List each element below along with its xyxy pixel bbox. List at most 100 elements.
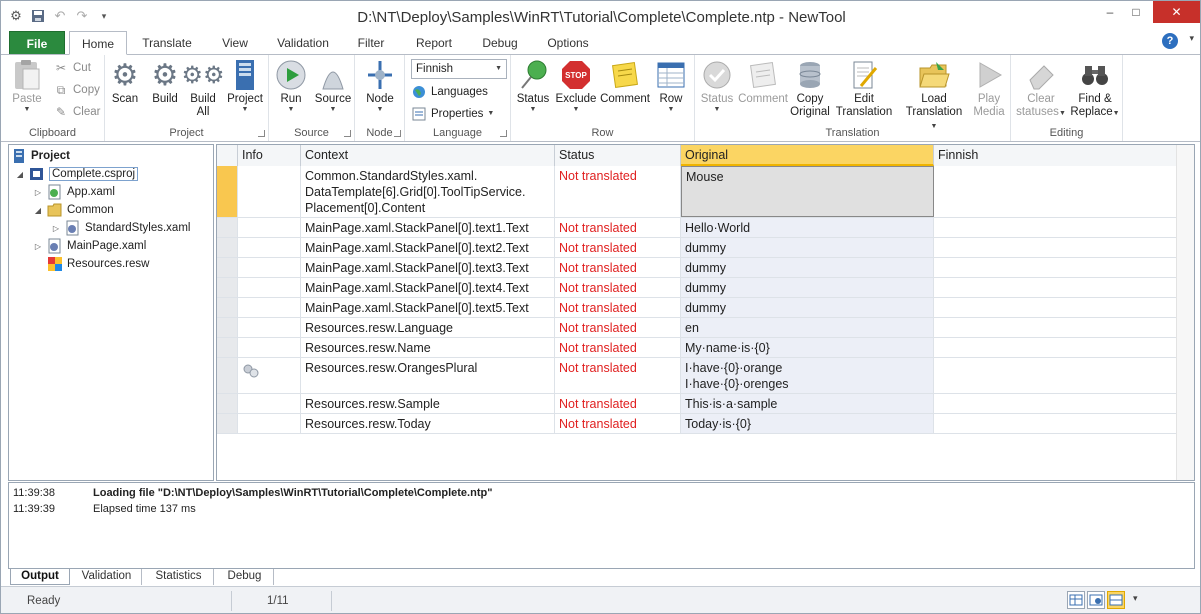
help-icon[interactable]: ? [1162,33,1178,49]
tab-filter[interactable]: Filter [347,31,395,55]
tab-view[interactable]: View [211,31,259,55]
row-selector[interactable] [217,278,238,297]
context-cell[interactable]: MainPage.xaml.StackPanel[0].text3.Text [301,258,555,277]
row-selector[interactable] [217,238,238,257]
dialog-launcher-icon[interactable] [344,130,351,137]
original-cell[interactable]: This·is·a·sample [681,394,934,413]
finnish-cell[interactable] [934,394,1194,413]
ribbon-collapse-icon[interactable]: ▾ [1189,33,1194,44]
dialog-launcher-icon[interactable] [258,130,265,137]
languages-button[interactable]: Languages [411,83,488,101]
row-selector[interactable] [217,414,238,433]
tab-validation[interactable]: Validation [269,31,337,55]
tab-output-validation[interactable]: Validation [72,569,142,585]
build-button[interactable]: ⚙ Build [147,59,183,106]
scan-button[interactable]: ⚙ Scan [107,59,143,106]
tree-item-common[interactable]: ◢ Common [33,201,114,219]
collapsed-icon[interactable]: ▷ [33,188,43,197]
table-row[interactable]: Resources.resw.Name Not translated My·na… [217,338,1194,358]
table-row[interactable]: MainPage.xaml.StackPanel[0].text4.Text N… [217,278,1194,298]
row-selector[interactable] [217,318,238,337]
status-cell[interactable]: Not translated [555,166,681,217]
tree-item-app-xaml[interactable]: ▷ App.xaml [33,183,115,201]
table-row[interactable]: Resources.resw.OrangesPlural Not transla… [217,358,1194,394]
table-row[interactable]: Resources.resw.Language Not translated e… [217,318,1194,338]
status-cell[interactable]: Not translated [555,218,681,237]
status-cell[interactable]: Not translated [555,358,681,393]
clear-button[interactable]: ✎ Clear [53,103,101,121]
cut-button[interactable]: ✂ Cut [53,59,91,77]
status-cell[interactable]: Not translated [555,238,681,257]
customize-statusbar-icon[interactable]: ▾ [1133,593,1138,604]
tab-output-statistics[interactable]: Statistics [144,569,214,585]
row-button[interactable]: Row ▼ [651,59,691,114]
status-cell[interactable]: Not translated [555,338,681,357]
exclude-button[interactable]: STOP Exclude ▼ [555,59,597,114]
copy-original-button[interactable]: Copy Original [789,59,831,119]
row-selector[interactable] [217,394,238,413]
original-cell[interactable]: en [681,318,934,337]
table-row[interactable]: MainPage.xaml.StackPanel[0].text2.Text N… [217,238,1194,258]
node-button[interactable]: Node ▼ [359,59,401,114]
context-cell[interactable]: Resources.resw.Language [301,318,555,337]
status-cell[interactable]: Not translated [555,278,681,297]
tree-item-mainpage-xaml[interactable]: ▷ MainPage.xaml [33,237,146,255]
vertical-scrollbar[interactable] [1176,145,1194,480]
original-cell[interactable]: Hello·World [681,218,934,237]
row-selector[interactable] [217,298,238,317]
status-button[interactable]: Status ▼ [513,59,553,114]
expanded-icon[interactable]: ◢ [33,206,43,215]
column-header-info[interactable]: Info [238,145,301,166]
dialog-launcher-icon[interactable] [500,130,507,137]
finnish-cell[interactable] [934,218,1194,237]
tree-item-resources-resw[interactable]: Resources.resw [47,255,149,273]
finnish-cell[interactable] [934,358,1194,393]
status-cell[interactable]: Not translated [555,394,681,413]
tab-output[interactable]: Output [10,569,70,585]
finnish-cell[interactable] [934,166,1194,217]
column-header-context[interactable]: Context [301,145,555,166]
finnish-cell[interactable] [934,338,1194,357]
translation-status-button[interactable]: Status ▼ [697,59,737,114]
context-cell[interactable]: Common.StandardStyles.xaml. DataTemplate… [301,166,555,217]
original-cell[interactable]: dummy [681,278,934,297]
context-cell[interactable]: Resources.resw.OrangesPlural [301,358,555,393]
original-cell[interactable]: Mouse [681,166,934,217]
column-header-status[interactable]: Status [555,145,681,166]
column-header-finnish[interactable]: Finnish [934,145,1178,166]
original-cell[interactable]: dummy [681,258,934,277]
language-select[interactable]: Finnish ▼ [411,59,507,79]
tree-item-complete-csproj[interactable]: ◢ Complete.csproj [15,165,139,183]
original-cell[interactable]: dummy [681,298,934,317]
finnish-cell[interactable] [934,278,1194,297]
table-row[interactable]: MainPage.xaml.StackPanel[0].text1.Text N… [217,218,1194,238]
build-all-button[interactable]: ⚙⚙ Build All [181,59,224,119]
collapsed-icon[interactable]: ▷ [33,242,43,251]
clear-statuses-button[interactable]: Clear statuses▼ [1015,59,1067,119]
table-row[interactable]: Common.StandardStyles.xaml. DataTemplate… [217,166,1194,218]
status-cell[interactable]: Not translated [555,318,681,337]
status-cell[interactable]: Not translated [555,414,681,433]
collapsed-icon[interactable]: ▷ [51,224,61,233]
context-cell[interactable]: Resources.resw.Sample [301,394,555,413]
maximize-button[interactable]: □ [1125,1,1147,23]
tab-translate[interactable]: Translate [133,31,201,55]
copy-button[interactable]: ⧉ Copy [53,81,100,99]
finnish-cell[interactable] [934,318,1194,337]
paste-button[interactable]: Paste ▼ [7,59,47,114]
tab-report[interactable]: Report [405,31,463,55]
close-button[interactable]: ✕ [1153,1,1200,23]
table-row[interactable]: MainPage.xaml.StackPanel[0].text5.Text N… [217,298,1194,318]
info-view-icon[interactable] [1087,591,1105,609]
original-cell[interactable]: I·have·{0}·orange I·have·{0}·orenges [681,358,934,393]
context-cell[interactable]: Resources.resw.Name [301,338,555,357]
context-cell[interactable]: MainPage.xaml.StackPanel[0].text5.Text [301,298,555,317]
row-selector[interactable] [217,338,238,357]
context-cell[interactable]: MainPage.xaml.StackPanel[0].text1.Text [301,218,555,237]
tab-home[interactable]: Home [69,31,127,55]
tab-file[interactable]: File [9,31,65,55]
load-translation-button[interactable]: Load Translation ▼ [901,59,967,132]
finnish-cell[interactable] [934,414,1194,433]
edit-translation-button[interactable]: Edit Translation [833,59,895,119]
translation-comment-button[interactable]: Comment [738,59,788,106]
